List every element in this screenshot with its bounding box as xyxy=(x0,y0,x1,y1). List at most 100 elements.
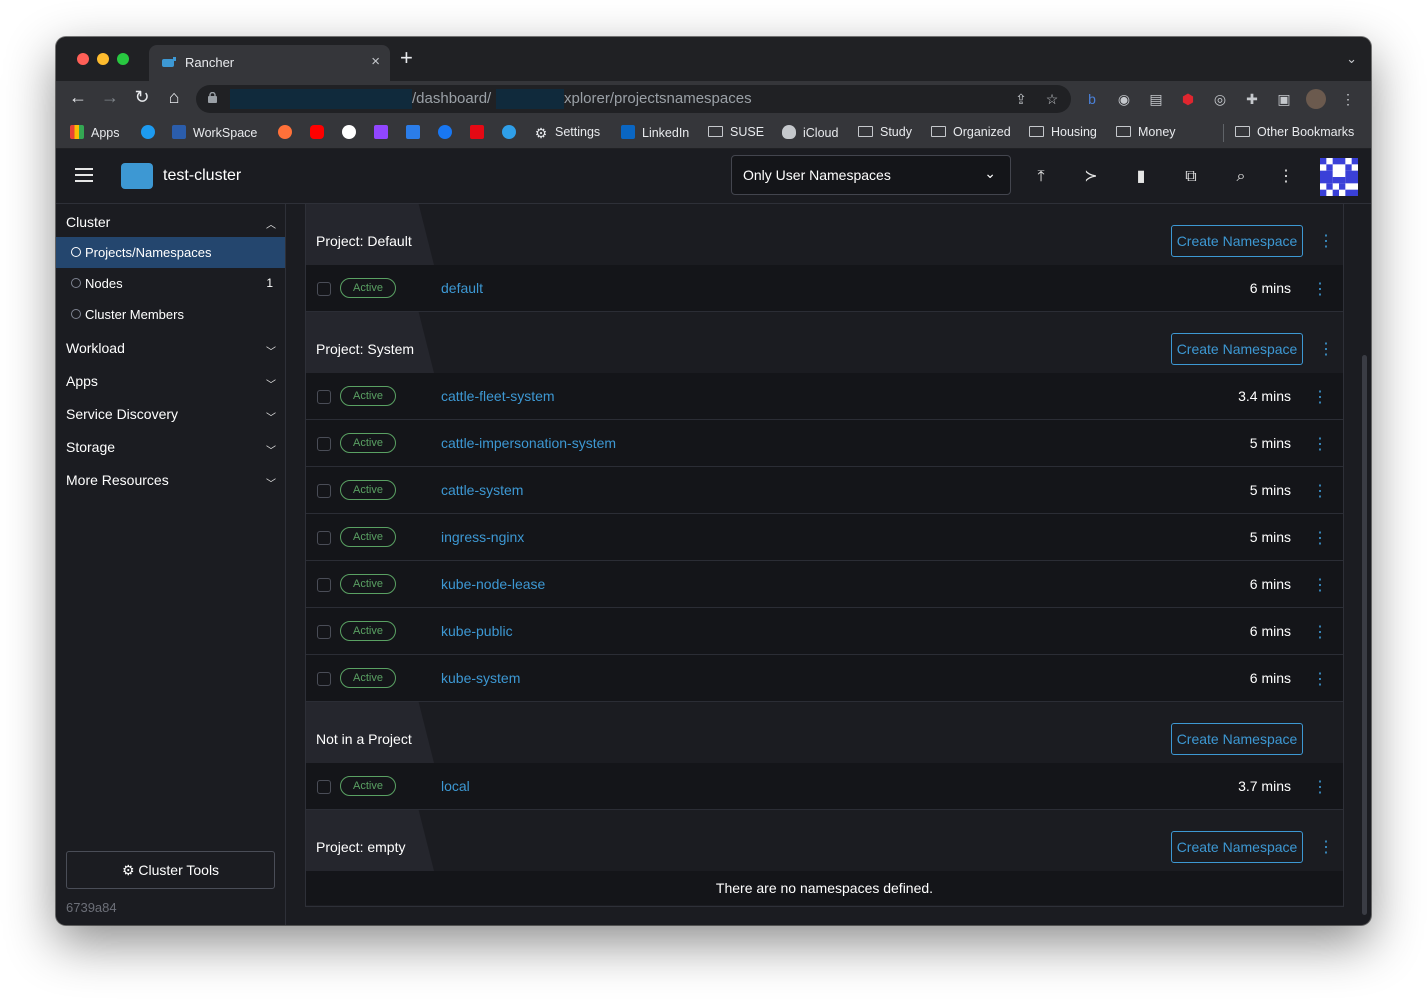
row-actions-icon[interactable]: ⋮ xyxy=(1312,279,1328,299)
row-actions-icon[interactable]: ⋮ xyxy=(1312,622,1328,642)
bookmark-housing[interactable]: Housing xyxy=(1029,125,1097,139)
namespace-link[interactable]: cattle-fleet-system xyxy=(441,388,555,404)
bookmark-google[interactable] xyxy=(342,125,363,140)
browser-menu-icon[interactable]: ⋮ xyxy=(1338,89,1358,109)
row-checkbox[interactable] xyxy=(317,625,331,639)
row-checkbox[interactable] xyxy=(317,780,331,794)
forward-icon[interactable]: → xyxy=(98,87,122,108)
cluster-tools-button[interactable]: ⚙ Cluster Tools xyxy=(66,851,275,889)
chevron-down-icon[interactable]: ﹀ xyxy=(266,376,276,391)
reading-list-icon[interactable]: ▣ xyxy=(1274,89,1294,109)
create-namespace-button[interactable]: Create Namespace xyxy=(1171,831,1303,863)
chevron-down-icon[interactable]: ﹀ xyxy=(266,475,276,490)
close-window-button[interactable] xyxy=(77,53,89,65)
tab-search-icon[interactable]: ⌄ xyxy=(1346,51,1357,67)
search-icon[interactable]: ⌕ xyxy=(1230,167,1252,189)
namespace-link[interactable]: kube-system xyxy=(441,670,520,686)
chevron-down-icon[interactable]: ﹀ xyxy=(266,409,276,424)
chevron-down-icon[interactable]: ﹀ xyxy=(266,343,276,358)
bookmark-facebook[interactable] xyxy=(438,125,459,140)
namespace-link[interactable]: cattle-impersonation-system xyxy=(441,435,616,451)
share-icon[interactable]: ⇪ xyxy=(1011,89,1031,109)
chevron-up-icon[interactable]: ︿ xyxy=(266,216,276,231)
row-actions-icon[interactable]: ⋮ xyxy=(1312,481,1328,501)
sidebar-item-cluster-members[interactable]: Cluster Members xyxy=(56,299,285,330)
row-checkbox[interactable] xyxy=(317,282,331,296)
bookmark-star-icon[interactable]: ☆ xyxy=(1042,89,1062,109)
profile-avatar-icon[interactable] xyxy=(1306,89,1326,109)
bookmark-youtube[interactable] xyxy=(310,125,331,140)
row-checkbox[interactable] xyxy=(317,437,331,451)
namespace-link[interactable]: local xyxy=(441,778,470,794)
bookmark-twitter[interactable] xyxy=(141,125,162,140)
row-checkbox[interactable] xyxy=(317,578,331,592)
extension-adblock-icon[interactable]: ⬢ xyxy=(1178,89,1198,109)
browser-tab[interactable]: Rancher × xyxy=(149,45,390,81)
sidebar-group-more-resources[interactable]: More Resources xyxy=(66,472,169,488)
group-actions-icon[interactable]: ⋮ xyxy=(1318,837,1334,857)
bookmark-settings[interactable]: ⚙ Settings xyxy=(534,125,600,140)
more-options-icon[interactable]: ⋮ xyxy=(1275,167,1297,189)
row-actions-icon[interactable]: ⋮ xyxy=(1312,528,1328,548)
sidebar-group-cluster[interactable]: Cluster xyxy=(66,214,110,230)
maximize-window-button[interactable] xyxy=(117,53,129,65)
bookmark-netflix[interactable] xyxy=(470,125,491,140)
user-avatar[interactable] xyxy=(1320,158,1358,196)
sidebar-group-service-discovery[interactable]: Service Discovery xyxy=(66,406,178,422)
bookmark-edge[interactable] xyxy=(502,125,523,140)
namespace-link[interactable]: ingress-nginx xyxy=(441,529,524,545)
bookmark-other[interactable]: Other Bookmarks xyxy=(1235,125,1354,139)
extension-rancher-icon[interactable]: ◎ xyxy=(1210,89,1230,109)
row-checkbox[interactable] xyxy=(317,484,331,498)
row-checkbox[interactable] xyxy=(317,531,331,545)
namespace-link[interactable]: kube-node-lease xyxy=(441,576,545,592)
row-actions-icon[interactable]: ⋮ xyxy=(1312,387,1328,407)
bookmark-twitch[interactable] xyxy=(374,125,395,140)
sidebar-item-nodes[interactable]: Nodes 1 xyxy=(56,268,285,299)
bookmark-study[interactable]: Study xyxy=(858,125,912,139)
tab-close-icon[interactable]: × xyxy=(371,53,380,70)
bookmark-relay[interactable] xyxy=(278,125,299,140)
group-actions-icon[interactable]: ⋮ xyxy=(1318,231,1334,251)
row-actions-icon[interactable]: ⋮ xyxy=(1312,434,1328,454)
extensions-puzzle-icon[interactable]: ✚ xyxy=(1242,89,1262,109)
bookmark-money[interactable]: Money xyxy=(1116,125,1176,139)
bookmark-icloud[interactable]: iCloud xyxy=(782,125,838,140)
sidebar-group-apps[interactable]: Apps xyxy=(66,373,98,389)
namespace-link[interactable]: default xyxy=(441,280,483,296)
row-checkbox[interactable] xyxy=(317,672,331,686)
copy-kubeconfig-icon[interactable]: ⧉ xyxy=(1180,167,1202,189)
row-actions-icon[interactable]: ⋮ xyxy=(1312,777,1328,797)
namespace-link[interactable]: kube-public xyxy=(441,623,513,639)
download-kubeconfig-icon[interactable]: ▮ xyxy=(1130,167,1152,189)
kubectl-shell-icon[interactable]: ≻ xyxy=(1080,167,1102,189)
create-namespace-button[interactable]: Create Namespace xyxy=(1171,333,1303,365)
main-scrollbar[interactable] xyxy=(1362,355,1367,915)
row-actions-icon[interactable]: ⋮ xyxy=(1312,575,1328,595)
sidebar-group-storage[interactable]: Storage xyxy=(66,439,115,455)
bookmark-apps[interactable]: Apps xyxy=(70,125,120,140)
sidebar-item-projects-namespaces[interactable]: Projects/Namespaces xyxy=(56,237,285,268)
home-icon[interactable]: ⌂ xyxy=(162,87,186,108)
extension-reader-icon[interactable]: ▤ xyxy=(1146,89,1166,109)
chevron-down-icon[interactable]: ﹀ xyxy=(266,442,276,457)
bookmark-suse[interactable]: SUSE xyxy=(708,125,764,139)
reload-icon[interactable]: ↻ xyxy=(130,87,154,108)
extension-bing-icon[interactable]: b xyxy=(1082,89,1102,109)
bookmark-linkedin[interactable]: LinkedIn xyxy=(621,125,689,140)
namespace-filter-select[interactable]: Only User Namespaces ⌄ xyxy=(731,155,1011,195)
create-namespace-button[interactable]: Create Namespace xyxy=(1171,723,1303,755)
menu-hamburger-icon[interactable] xyxy=(75,168,93,186)
row-actions-icon[interactable]: ⋮ xyxy=(1312,669,1328,689)
bookmark-bing[interactable] xyxy=(406,125,427,140)
minimize-window-button[interactable] xyxy=(97,53,109,65)
extension-grammarly-icon[interactable]: ◉ xyxy=(1114,89,1134,109)
bookmark-workspace[interactable]: WorkSpace xyxy=(172,125,257,140)
address-bar[interactable]: /dashboard/ xplorer/projectsnamespaces ⇪… xyxy=(196,85,1071,113)
group-actions-icon[interactable]: ⋮ xyxy=(1318,339,1334,359)
new-tab-button[interactable]: + xyxy=(400,47,413,69)
row-checkbox[interactable] xyxy=(317,390,331,404)
back-icon[interactable]: ← xyxy=(66,87,90,108)
sidebar-group-workload[interactable]: Workload xyxy=(66,340,125,356)
create-namespace-button[interactable]: Create Namespace xyxy=(1171,225,1303,257)
